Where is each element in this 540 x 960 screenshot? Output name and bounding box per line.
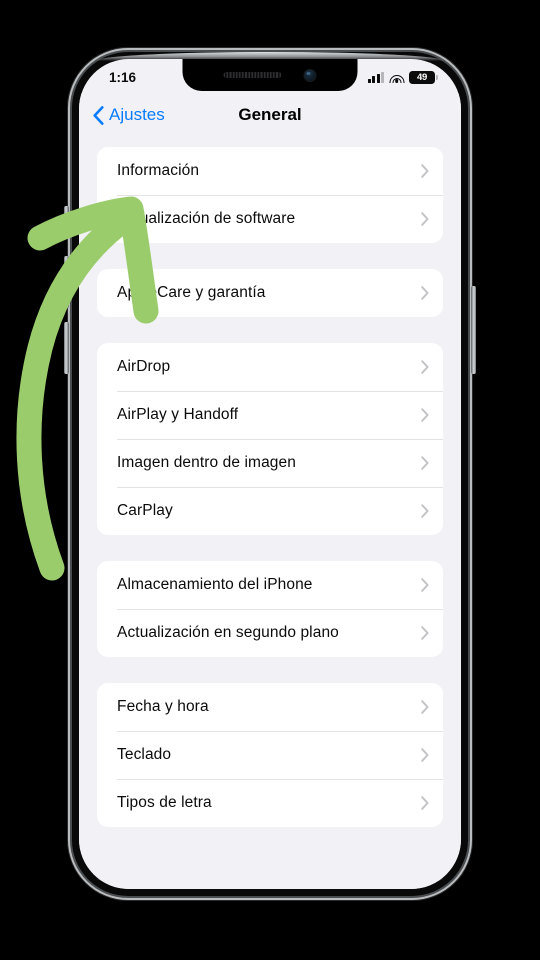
iphone-screen: 1:16 49 Ajustes General Información Actu…: [79, 59, 461, 889]
chevron-right-icon: [421, 700, 429, 714]
chevron-right-icon: [421, 212, 429, 226]
battery-icon: 49: [409, 70, 438, 84]
volume-up-button[interactable]: [64, 256, 69, 308]
settings-row-label: Información: [117, 162, 200, 179]
chevron-right-icon: [421, 360, 429, 374]
settings-row[interactable]: Imagen dentro de imagen: [97, 439, 443, 487]
settings-row[interactable]: Actualización en segundo plano: [97, 609, 443, 657]
cellular-signal-icon: [367, 71, 384, 83]
earpiece-speaker-icon: [223, 72, 282, 78]
chevron-right-icon: [421, 748, 429, 762]
chevron-right-icon: [421, 408, 429, 422]
settings-row[interactable]: Teclado: [97, 731, 443, 779]
back-button-label: Ajustes: [109, 105, 165, 124]
settings-list[interactable]: Información Actualización de software Appl…: [79, 137, 461, 889]
chevron-right-icon: [421, 456, 429, 470]
back-button[interactable]: Ajustes: [79, 105, 165, 125]
settings-row-label: Teclado: [117, 746, 172, 763]
settings-row-label: Tipos de letra: [117, 794, 212, 811]
settings-row[interactable]: Información: [97, 147, 443, 195]
settings-group: AirDrop AirPlay y Handoff Imagen dentro de…: [97, 343, 443, 535]
status-time: 1:16: [109, 69, 137, 85]
chevron-right-icon: [421, 578, 429, 592]
settings-row[interactable]: Almacenamiento del iPhone: [97, 561, 443, 609]
chevron-right-icon: [421, 504, 429, 518]
settings-row[interactable]: Actualización de software: [97, 195, 443, 243]
mute-switch-button[interactable]: [64, 206, 69, 232]
settings-row-label: CarPlay: [117, 502, 173, 519]
settings-row-label: AirPlay y Handoff: [117, 406, 239, 423]
settings-row-label: AirDrop: [117, 358, 171, 375]
power-side-button[interactable]: [471, 286, 476, 374]
settings-row[interactable]: AirDrop: [97, 343, 443, 391]
chevron-right-icon: [421, 796, 429, 810]
settings-row[interactable]: AppleCare y garantía: [97, 269, 443, 317]
status-indicators: 49: [367, 70, 438, 84]
settings-row[interactable]: Tipos de letra: [97, 779, 443, 827]
settings-group: Almacenamiento del iPhone Actualización e…: [97, 561, 443, 657]
front-camera-icon: [303, 68, 317, 82]
settings-group: Fecha y hora Teclado Tipos de letra: [97, 683, 443, 827]
settings-row[interactable]: Fecha y hora: [97, 683, 443, 731]
chevron-right-icon: [421, 164, 429, 178]
settings-row-label: Fecha y hora: [117, 698, 209, 715]
chevron-right-icon: [421, 626, 429, 640]
navigation-bar: Ajustes General: [79, 93, 461, 137]
settings-row[interactable]: CarPlay: [97, 487, 443, 535]
display-notch: [182, 59, 358, 91]
settings-row-label: Almacenamiento del iPhone: [117, 576, 313, 593]
settings-group: Información Actualización de software: [97, 147, 443, 243]
settings-row-label: AppleCare y garantía: [117, 284, 266, 301]
settings-row-label: Actualización de software: [117, 210, 296, 227]
battery-level-label: 49: [417, 71, 427, 83]
settings-row-label: Imagen dentro de imagen: [117, 454, 296, 471]
volume-down-button[interactable]: [64, 322, 69, 374]
chevron-right-icon: [421, 286, 429, 300]
settings-row[interactable]: AirPlay y Handoff: [97, 391, 443, 439]
screenshot-stage: 1:16 49 Ajustes General Información Actu…: [0, 0, 540, 960]
chevron-left-icon: [93, 105, 104, 125]
settings-group: AppleCare y garantía: [97, 269, 443, 317]
wifi-icon: [389, 72, 404, 83]
settings-row-label: Actualización en segundo plano: [117, 624, 339, 641]
